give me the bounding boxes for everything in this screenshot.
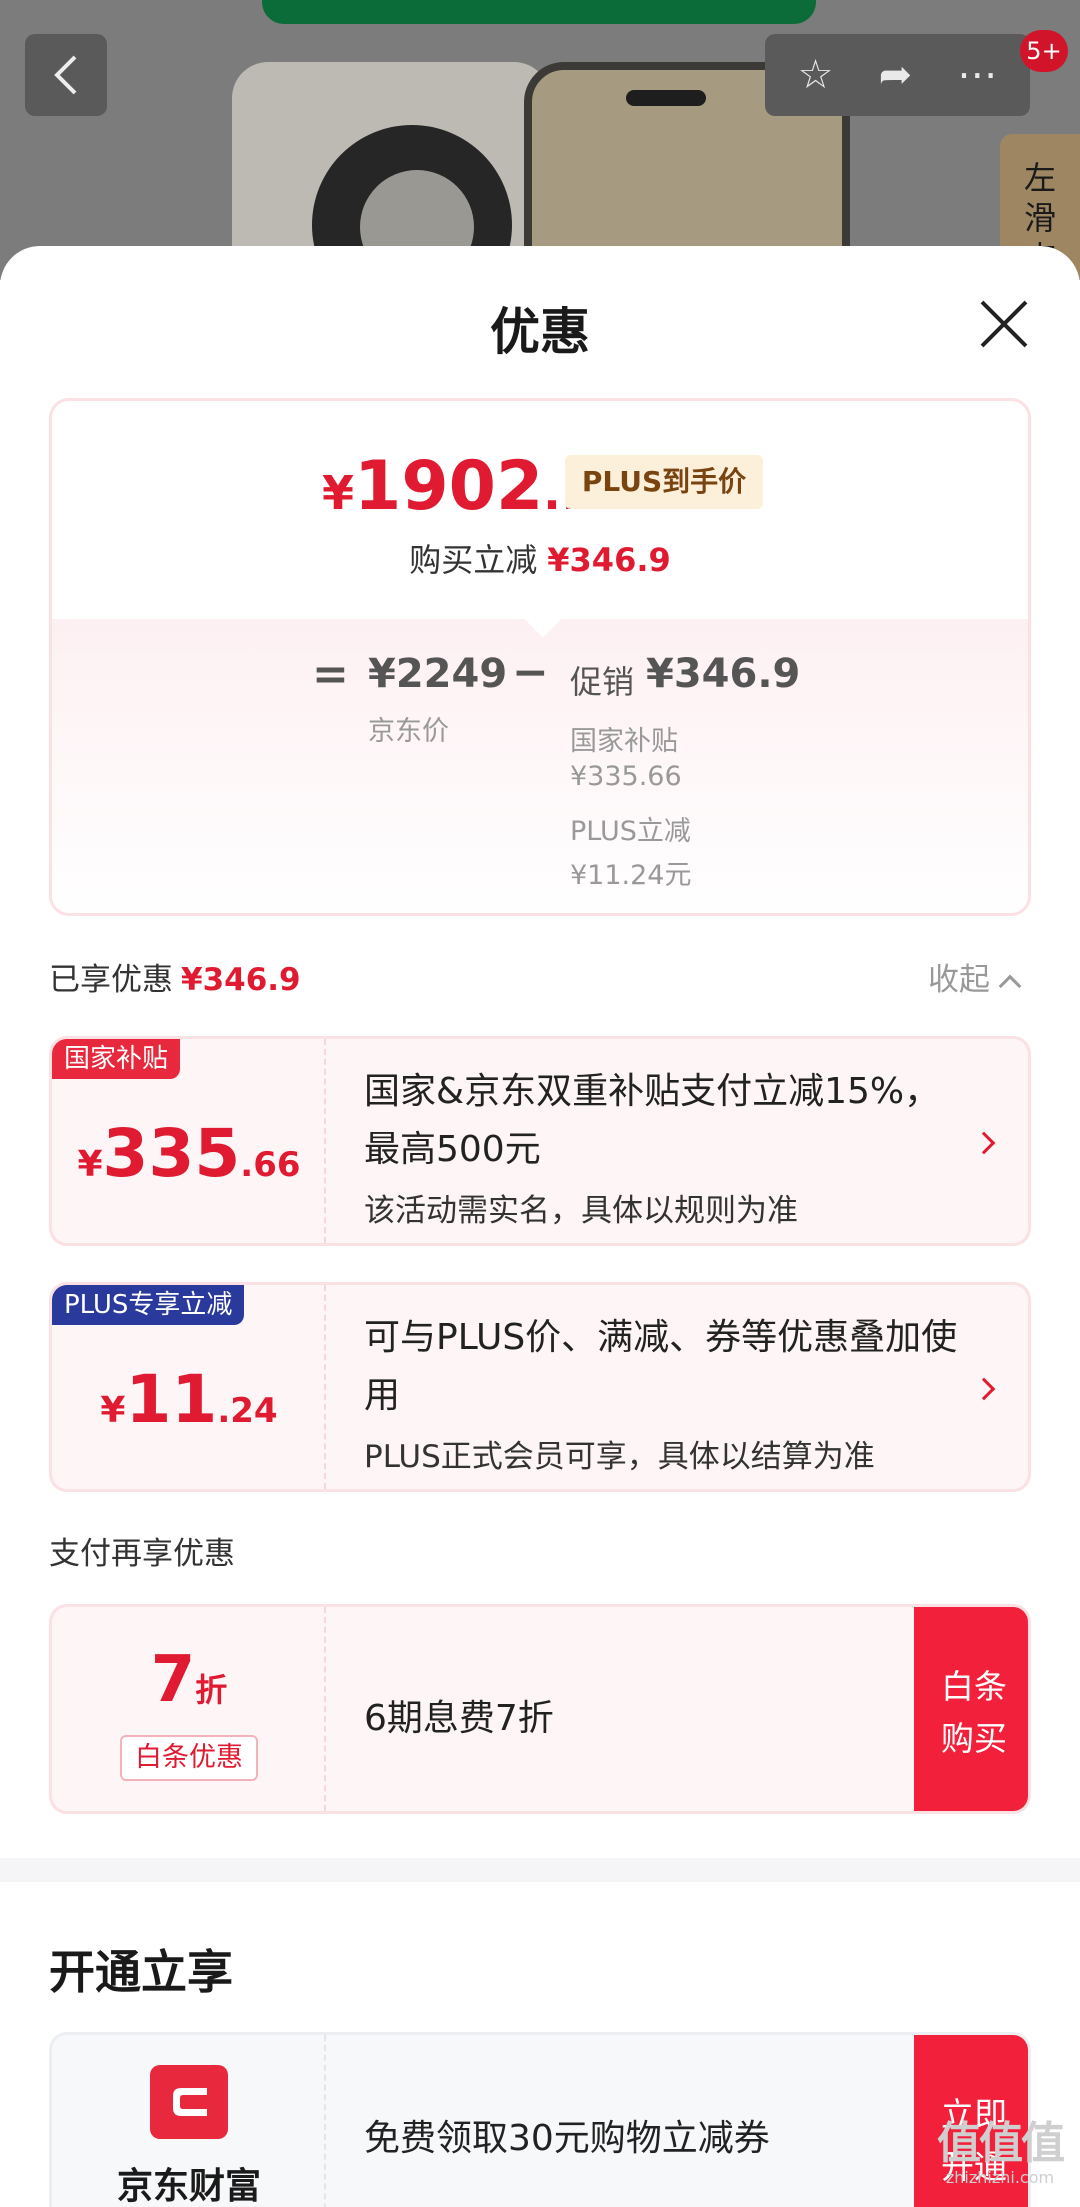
coupon-description: 国家&京东双重补贴支付立减15%，最高500元 [364,1071,941,1170]
baitiao-discount: 7折 [150,1643,228,1717]
chevron-right-icon [972,1377,996,1401]
promo-label: 促销 [570,663,635,701]
jd-finance-brand: 京东财富 [116,2166,261,2207]
breakdown-value: ¥11.24元 [570,860,692,891]
watermark: 值值值 zhizhizhi.com [937,2118,1065,2188]
close-icon[interactable] [976,296,1032,352]
jd-finance-logo-icon [150,2065,228,2139]
baitiao-buy-button[interactable]: 白条 购买 [914,1607,1028,1811]
chevron-left-icon [54,55,77,95]
baitiao-offer-card: 7折 白条优惠 6期息费7折 白条 购买 [49,1604,1031,1814]
coupon-description: 可与PLUS价、满减、券等优惠叠加使用 [364,1317,958,1416]
coupon-note: 该活动需实名，具体以规则为准 [364,1193,798,1229]
coupon-national-subsidy[interactable]: 国家补贴 ¥335.66 国家&京东双重补贴支付立减15%，最高500元 该活动… [49,1036,1031,1246]
final-price: ¥1902.1 [322,447,593,526]
discount-sheet: 优惠 ¥1902.1 PLUS到手价 购买立减¥346.9 = ¥2249 京东… [0,246,1080,2207]
chevron-right-icon [972,1131,996,1155]
jd-price-label: 京东价 [368,716,449,747]
jd-finance-offer-text: 免费领取30元购物立减券 [364,2118,770,2159]
sheet-title: 优惠 [490,303,590,361]
baitiao-offer-text: 6期息费7折 [364,1698,554,1739]
minus-sign: − [512,647,549,698]
jd-price: ¥2249 [368,651,508,697]
share-icon[interactable]: ➦ [879,52,913,98]
star-icon[interactable]: ☆ [798,52,834,98]
breakdown-label: 国家补贴 [570,726,678,757]
section-divider [0,1858,1080,1882]
product-camera-cutout [626,90,706,106]
coupon-amount: ¥11.24 [100,1361,278,1438]
price-summary-card: ¥1902.1 PLUS到手价 购买立减¥346.9 = ¥2249 京东价 −… [49,398,1031,916]
coupon-amount: ¥335.66 [77,1115,301,1192]
breakdown-label: PLUS立减 [570,816,691,847]
banner-strip [262,0,816,24]
top-toolbar: ☆ ➦ ⋯ [765,34,1030,116]
coupon-note: PLUS正式会员可享，具体以结算为准 [364,1439,875,1475]
jd-finance-card: 京东财富 免费领取30元购物立减券 立即 开通 [49,2032,1031,2207]
back-button[interactable] [25,34,107,116]
more-icon[interactable]: ⋯ [957,52,997,98]
coupon-plus-reduce[interactable]: PLUS专享立减 ¥11.24 可与PLUS价、满减、券等优惠叠加使用 PLUS… [49,1282,1031,1492]
plus-price-tag: PLUS到手价 [565,455,763,509]
collapse-button[interactable]: 收起 [928,954,1022,999]
baitiao-tag: 白条优惠 [120,1735,258,1781]
pay-section-label: 支付再享优惠 [49,1536,235,1572]
chevron-up-icon [998,974,1022,998]
enjoyed-discount: 已享优惠 ¥346.9 [49,962,301,998]
open-section-title: 开通立享 [49,1945,233,1999]
breakdown-value: ¥335.66 [570,761,682,792]
equals-sign: = [312,649,349,700]
coupon-tag: 国家补贴 [52,1039,181,1079]
direct-reduce-line: 购买立减 ¥346.9 [409,541,671,579]
message-badge: 5+ [1020,30,1068,72]
promo-value: ¥346.9 [646,651,801,697]
coupon-tag: PLUS专享立减 [52,1285,245,1325]
